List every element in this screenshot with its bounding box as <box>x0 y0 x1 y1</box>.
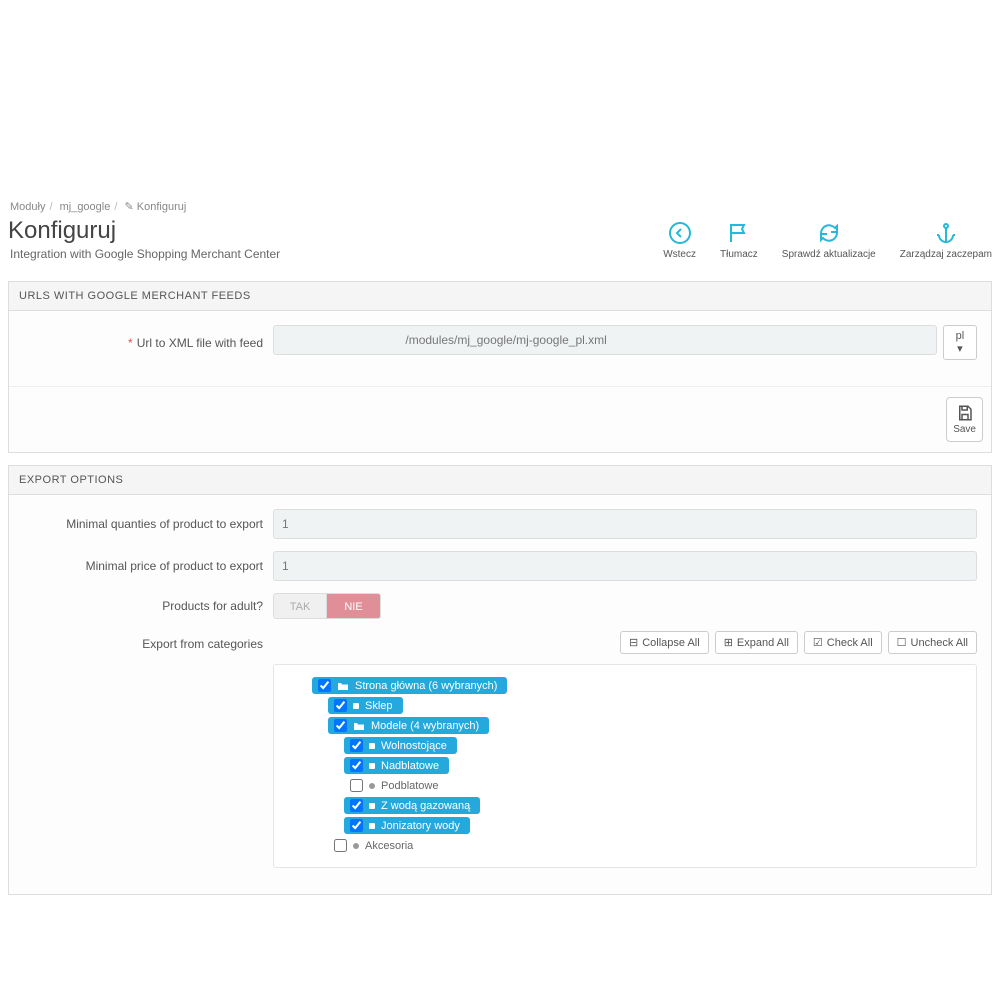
crumb-module-name[interactable]: mj_google <box>60 201 111 213</box>
tree-node-root[interactable]: Strona główna (6 wybranych) <box>312 677 507 694</box>
tree-checkbox[interactable] <box>318 679 331 692</box>
bullet-icon <box>369 743 375 749</box>
tree-node-jonizatory[interactable]: Jonizatory wody <box>344 817 470 834</box>
tree-node-wolnostojace[interactable]: Wolnostojące <box>344 737 457 754</box>
tree-checkbox[interactable] <box>350 799 363 812</box>
panel-urls: URLS WITH GOOGLE MERCHANT FEEDS *Url to … <box>8 281 992 453</box>
arrow-left-circle-icon <box>668 221 692 245</box>
bullet-icon <box>369 783 375 789</box>
check-updates-button[interactable]: Sprawdź aktualizacje <box>782 221 876 260</box>
folder-open-icon <box>337 681 349 691</box>
save-icon <box>956 404 974 422</box>
manage-hooks-button[interactable]: Zarządzaj zaczepam <box>900 221 992 260</box>
min-price-input[interactable] <box>273 551 977 581</box>
bullet-icon <box>369 763 375 769</box>
tree-node-akcesoria[interactable]: Akcesoria <box>328 837 423 854</box>
tree-node-modele[interactable]: Modele (4 wybranych) <box>328 717 489 734</box>
bullet-icon <box>353 703 359 709</box>
header-actions: Wstecz Tłumacz Sprawdź aktualizacje Zarz… <box>663 217 992 260</box>
panel-export-title: EXPORT OPTIONS <box>9 466 991 495</box>
adult-yes[interactable]: TAK <box>273 593 327 619</box>
adult-no[interactable]: NIE <box>327 593 381 619</box>
min-price-label: Minimal price of product to export <box>23 559 273 573</box>
uncheck-all-button[interactable]: ☐ Uncheck All <box>888 631 977 654</box>
back-button[interactable]: Wstecz <box>663 221 696 260</box>
collapse-all-button[interactable]: ⊟ Collapse All <box>620 631 709 654</box>
tree-checkbox[interactable] <box>350 759 363 772</box>
crumb-configure: Konfiguruj <box>137 201 187 213</box>
tree-checkbox[interactable] <box>350 779 363 792</box>
min-qty-input[interactable] <box>273 509 977 539</box>
anchor-icon <box>934 221 958 245</box>
page-subtitle: Integration with Google Shopping Merchan… <box>10 247 280 261</box>
tree-node-nadblatowe[interactable]: Nadblatowe <box>344 757 449 774</box>
categories-tree: Strona główna (6 wybranych) Sklep Modele… <box>284 677 966 855</box>
tree-checkbox[interactable] <box>334 699 347 712</box>
save-button[interactable]: Save <box>946 397 983 442</box>
tree-checkbox[interactable] <box>350 739 363 752</box>
refresh-icon <box>817 221 841 245</box>
panel-export-options: EXPORT OPTIONS Minimal quanties of produ… <box>8 465 992 895</box>
adult-switch[interactable]: TAK NIE <box>273 593 381 619</box>
adult-label: Products for adult? <box>23 599 273 613</box>
expand-all-button[interactable]: ⊞ Expand All <box>715 631 798 654</box>
tree-node-zwoda[interactable]: Z wodą gazowaną <box>344 797 480 814</box>
tree-checkbox[interactable] <box>350 819 363 832</box>
flag-icon <box>727 221 751 245</box>
language-selector[interactable]: pl ▾ <box>943 325 977 360</box>
check-all-button[interactable]: ☑ Check All <box>804 631 882 654</box>
tree-node-sklep[interactable]: Sklep <box>328 697 403 714</box>
xml-url-input[interactable] <box>273 325 937 355</box>
page-title: Konfiguruj <box>8 217 280 245</box>
translate-button[interactable]: Tłumacz <box>720 221 758 260</box>
folder-open-icon <box>353 721 365 731</box>
bullet-icon <box>369 823 375 829</box>
min-qty-label: Minimal quanties of product to export <box>23 517 273 531</box>
tree-checkbox[interactable] <box>334 839 347 852</box>
tree-node-podblatowe[interactable]: Podblatowe <box>344 777 449 794</box>
bullet-icon <box>369 803 375 809</box>
categories-label: Export from categories <box>23 631 273 651</box>
breadcrumb: Moduły/ mj_google/ ✎ Konfiguruj <box>10 200 992 213</box>
xml-url-label: Url to XML file with feed <box>137 336 263 350</box>
tree-checkbox[interactable] <box>334 719 347 732</box>
panel-urls-title: URLS WITH GOOGLE MERCHANT FEEDS <box>9 282 991 311</box>
bullet-icon <box>353 843 359 849</box>
crumb-modules[interactable]: Moduły <box>10 201 45 213</box>
